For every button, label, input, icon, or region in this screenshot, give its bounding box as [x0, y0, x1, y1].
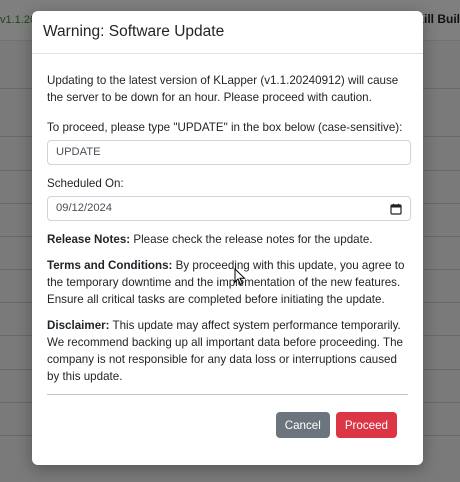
dialog-header: Warning: Software Update: [32, 11, 423, 54]
software-update-dialog: Warning: Software Update Updating to the…: [32, 11, 423, 465]
mouse-cursor-icon: [234, 267, 246, 286]
release-notes-text: Please check the release notes for the u…: [133, 233, 373, 246]
confirm-label: To proceed, please type "UPDATE" in the …: [47, 121, 403, 134]
release-notes: Release Notes: Please check the release …: [47, 231, 408, 248]
terms-heading: Terms and Conditions:: [47, 259, 173, 272]
proceed-button[interactable]: Proceed: [335, 412, 397, 438]
scheduled-field: Scheduled On: 09/12/2024: [47, 175, 411, 221]
confirm-field: To proceed, please type "UPDATE" in the …: [47, 119, 411, 165]
scheduled-date-value: 09/12/2024: [56, 202, 112, 214]
terms-and-conditions: Terms and Conditions: By proceeding with…: [47, 257, 408, 308]
release-notes-heading: Release Notes:: [47, 233, 131, 246]
dialog-title: Warning: Software Update: [43, 23, 225, 40]
confirm-update-value: UPDATE: [56, 146, 101, 158]
confirm-update-input[interactable]: UPDATE: [47, 140, 411, 165]
scheduled-date-input[interactable]: 09/12/2024: [47, 196, 411, 221]
cancel-button[interactable]: Cancel: [275, 412, 330, 438]
dialog-footer: Cancel Proceed: [32, 412, 423, 438]
dialog-body: Updating to the latest version of KLappe…: [32, 54, 423, 395]
calendar-icon[interactable]: [390, 203, 402, 215]
footer-divider: [47, 394, 408, 395]
disclaimer-heading: Disclaimer:: [47, 319, 110, 332]
scheduled-label: Scheduled On:: [47, 177, 124, 190]
disclaimer: Disclaimer: This update may affect syste…: [47, 317, 408, 385]
update-intro-text: Updating to the latest version of KLappe…: [47, 74, 399, 104]
